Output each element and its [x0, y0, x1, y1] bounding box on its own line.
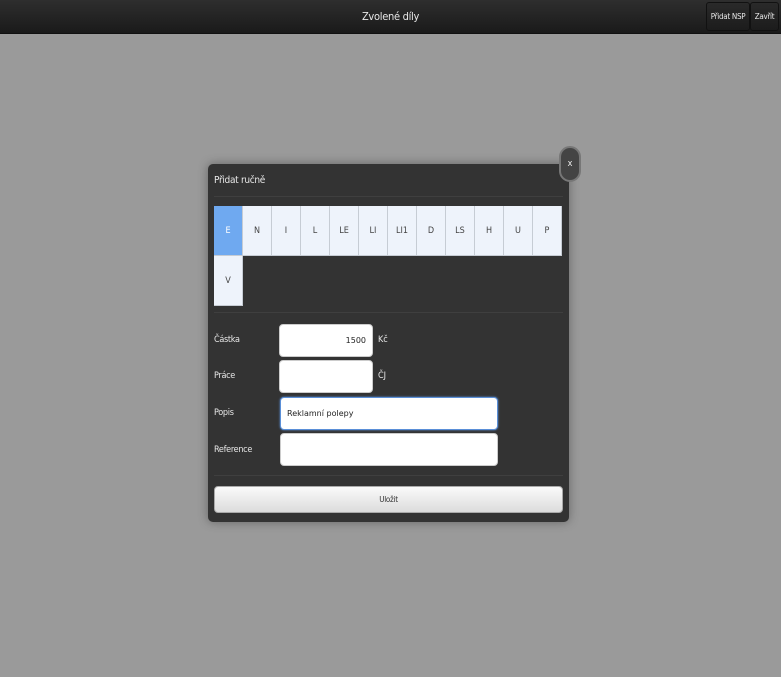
add-manually-dialog: Přidat ručně ENILLELILI1DLSHUP V Částka K…: [208, 164, 569, 522]
work-unit: ČJ: [378, 371, 387, 381]
category-button[interactable]: U: [504, 206, 533, 256]
description-label: Popis: [214, 408, 234, 418]
divider: [214, 475, 563, 476]
category-button[interactable]: LI: [359, 206, 388, 256]
category-button[interactable]: V: [214, 256, 243, 306]
dialog-title: Přidat ručně: [214, 175, 266, 186]
category-button[interactable]: LS: [446, 206, 475, 256]
category-button[interactable]: P: [533, 206, 562, 256]
amount-unit: Kč: [378, 335, 388, 345]
description-input[interactable]: [280, 397, 498, 430]
amount-input[interactable]: [279, 324, 373, 357]
divider: [214, 196, 563, 197]
category-button[interactable]: LI1: [388, 206, 417, 256]
work-label: Práce: [214, 371, 235, 381]
category-button[interactable]: D: [417, 206, 446, 256]
top-toolbar: Zvolené díly Přidat NSP Zavřít: [0, 0, 781, 34]
category-button[interactable]: H: [475, 206, 504, 256]
save-button[interactable]: Uložit: [214, 486, 563, 513]
category-button[interactable]: N: [243, 206, 272, 256]
close-dialog-button[interactable]: x: [559, 146, 581, 182]
divider: [214, 312, 563, 313]
category-button[interactable]: I: [272, 206, 301, 256]
reference-input[interactable]: [280, 433, 498, 466]
page-title: Zvolené díly: [361, 10, 420, 23]
reference-label: Reference: [214, 445, 253, 455]
category-button[interactable]: LE: [330, 206, 359, 256]
category-button[interactable]: L: [301, 206, 330, 256]
close-button[interactable]: Zavřít: [750, 2, 779, 31]
work-input[interactable]: [279, 360, 373, 393]
category-button[interactable]: E: [214, 206, 243, 256]
amount-label: Částka: [214, 335, 240, 345]
add-nsp-button[interactable]: Přidat NSP: [706, 2, 750, 31]
